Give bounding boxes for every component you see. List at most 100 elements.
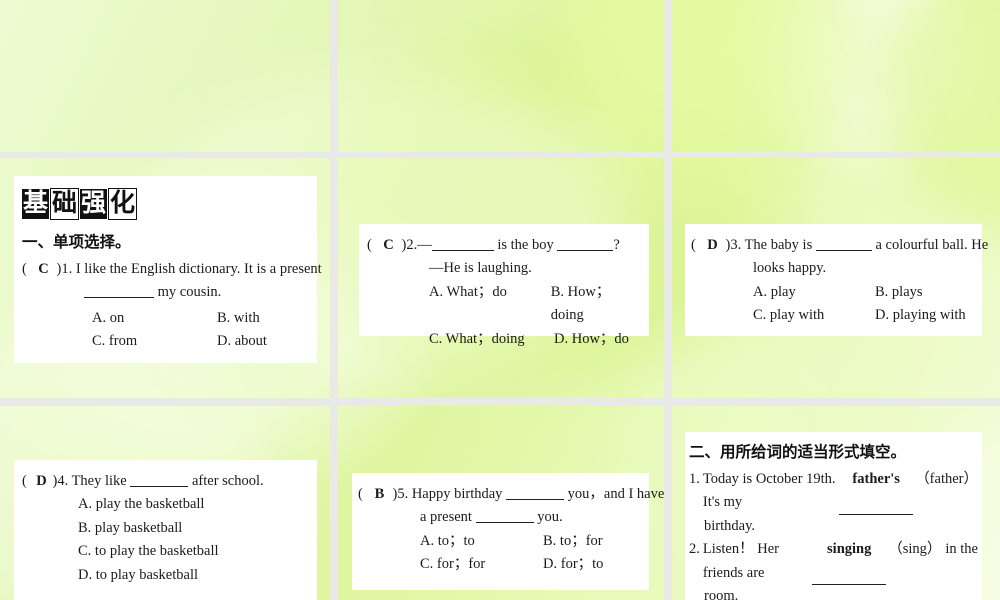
q1-option-d-text: about [234, 333, 267, 350]
q4-option-d[interactable]: D. to play basketball [78, 564, 309, 587]
q3-answer[interactable]: D [699, 234, 725, 257]
fill-1-hint: （father） [915, 471, 978, 487]
q5-blank-2[interactable] [475, 509, 534, 524]
q1-option-b[interactable]: B. with [217, 307, 260, 330]
q3-option-b[interactable]: B. plays [875, 281, 923, 304]
section-one-heading: 一、单项选择。 [22, 234, 131, 251]
question-1-stem-line2: my cousin. [84, 281, 309, 304]
fill-2-hint: （sing） [888, 541, 942, 558]
q1-option-a[interactable]: A. on [92, 307, 217, 330]
q1-option-a-label: A. [92, 309, 107, 326]
q3-option-c-text: play with [769, 307, 825, 324]
q4-number: 4. [57, 473, 69, 489]
q1-answer[interactable]: C [30, 258, 56, 281]
question-5-options-row-2: C. for；for D. for；to [420, 553, 643, 576]
q4-option-a-text: play the basketball [95, 496, 205, 513]
question-3-options-row-1: A. play B. plays [753, 281, 976, 304]
q5-option-b-text: to；for [559, 532, 603, 549]
q3-option-b-label: B. [875, 283, 889, 300]
bokeh-blob [560, 0, 860, 210]
q5-answer[interactable]: B [366, 483, 392, 506]
q4-answer[interactable]: D [30, 470, 52, 493]
q3-option-c[interactable]: C. play with [753, 304, 875, 327]
q2-stem-end: ? [613, 237, 620, 253]
q2-option-a-label: A. [429, 283, 444, 300]
q5-option-a-text: to；to [437, 532, 475, 549]
q3-bracket-open: ( [691, 237, 696, 253]
q4-option-c-text: to play the basketball [94, 543, 219, 560]
q5-option-a[interactable]: A. to；to [420, 530, 543, 553]
q1-option-d[interactable]: D. about [217, 330, 267, 353]
q5-line2-post: you. [537, 509, 563, 526]
q2-answer[interactable]: C [375, 234, 401, 257]
q4-option-b[interactable]: B. play basketball [78, 517, 309, 540]
fill-2-answer[interactable]: singing [812, 538, 887, 586]
fill-2-post: room. [704, 588, 739, 600]
q2-stem-mid: is the boy [497, 237, 554, 253]
fill-1-answer[interactable]: father's [839, 468, 914, 515]
q1-bracket-open: ( [22, 261, 27, 277]
banner-char-1: 基 [22, 189, 50, 219]
q5-stem-pre: Happy birthday [411, 486, 503, 502]
q2-blank-1[interactable] [431, 236, 494, 251]
q2-option-b-label: B. [550, 283, 565, 300]
q5-option-c-text: for；for [436, 556, 486, 573]
fill-item-2: 2. Listen！ Her friends are singing （sing… [689, 538, 978, 600]
question-4: ( D)4. They like after school. A. play t… [22, 470, 309, 587]
q2-option-b[interactable]: B. How；doing [551, 281, 641, 328]
q3-number: 3. [730, 237, 742, 253]
q4-option-a-label: A. [78, 496, 93, 513]
q4-option-c[interactable]: C. to play the basketball [78, 540, 309, 563]
q2-blank-2[interactable] [557, 236, 614, 251]
banner-char-2: 础 [50, 188, 80, 220]
fill-item-2-line1: 2. Listen！ Her friends are singing （sing… [689, 538, 978, 586]
q5-option-b[interactable]: B. to；for [543, 530, 603, 553]
q4-blank[interactable] [130, 472, 189, 487]
q4-option-d-label: D. [78, 566, 93, 583]
q3-blank[interactable] [815, 236, 872, 251]
question-2-options-row-1: A. What；do B. How；doing [429, 281, 641, 328]
q2-option-c-label: C. [429, 330, 443, 347]
q4-option-d-text: to play basketball [95, 566, 199, 583]
fill-2-number: 2. [689, 541, 700, 558]
q2-dash: — [417, 237, 432, 253]
q4-option-c-label: C. [78, 543, 92, 560]
q3-stem-pre: The baby is [744, 237, 813, 253]
question-3-stem-line2: looks happy. [753, 260, 827, 277]
q1-blank[interactable] [84, 284, 154, 299]
q5-option-a-label: A. [420, 532, 435, 549]
divider-vertical-left [330, 0, 338, 600]
q5-option-d[interactable]: D. for；to [543, 553, 603, 576]
question-3: ( D)3. The baby is a colourful ball. He … [691, 234, 988, 328]
question-3-stem-line1: ( D)3. The baby is a colourful ball. He [691, 234, 988, 257]
q3-option-a[interactable]: A. play [753, 281, 875, 304]
question-5-stem-line2: a present you. [420, 506, 643, 529]
question-2-stem-line2: —He is laughing. [429, 260, 532, 277]
q2-option-a-text: What；do [446, 283, 507, 300]
q2-option-d[interactable]: D. How；do [554, 328, 629, 351]
q3-option-c-label: C. [753, 307, 767, 324]
question-1-options-row-2: C. from D. about [92, 330, 309, 353]
q5-blank-1[interactable] [506, 485, 565, 500]
q3-option-a-label: A. [753, 283, 768, 300]
q5-stem-post: you，and I have [567, 486, 665, 502]
q5-bracket-open: ( [358, 486, 363, 502]
fill-2-pre: Listen！ Her friends are [702, 541, 779, 581]
q2-option-c[interactable]: C. What；doing [429, 328, 554, 351]
fill-1-number: 1. [689, 471, 700, 487]
q5-number: 5. [397, 486, 409, 502]
q4-stem-pre: They like [71, 473, 127, 489]
q3-option-d[interactable]: D. playing with [875, 304, 966, 327]
question-5-options-row-1: A. to；to B. to；for [420, 530, 643, 553]
card-question-4: ( D)4. They like after school. A. play t… [14, 460, 317, 600]
question-2: ( C)2.— is the boy ? —He is laughing. A.… [367, 234, 641, 351]
q1-option-c[interactable]: C. from [92, 330, 217, 353]
q5-option-c[interactable]: C. for；for [420, 553, 543, 576]
card-fill-in-blanks: 二、用所给词的适当形式填空。 1. Today is October 19th.… [685, 432, 982, 600]
card-question-5: ( B)5. Happy birthday you，and I have a p… [352, 473, 664, 590]
fill-item-1: 1. Today is October 19th. It's my father… [689, 468, 978, 538]
banner-title: 基础强化 [22, 188, 138, 220]
q1-option-b-label: B. [217, 309, 231, 326]
q2-option-a[interactable]: A. What；do [429, 281, 551, 328]
q4-option-a[interactable]: A. play the basketball [78, 493, 309, 516]
